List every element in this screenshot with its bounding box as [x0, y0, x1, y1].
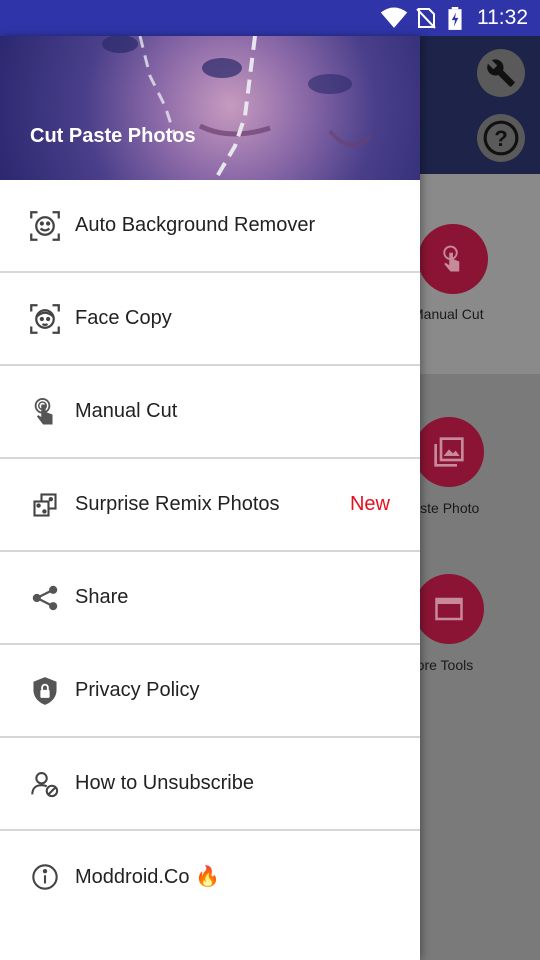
help-icon: ?	[483, 120, 519, 156]
status-bar: 11:32	[0, 0, 540, 36]
menu-item-privacy-policy[interactable]: Privacy Policy	[0, 645, 420, 738]
menu-label: Surprise Remix Photos	[75, 493, 280, 515]
face-scan-icon	[30, 210, 60, 241]
clock: 11:32	[477, 6, 528, 29]
paste-photo-tool[interactable]	[414, 417, 484, 487]
info-icon	[30, 862, 60, 892]
manual-cut-tool[interactable]	[418, 224, 488, 294]
dice-icon	[30, 490, 60, 520]
user-block-icon	[30, 769, 60, 799]
help-button[interactable]: ?	[477, 114, 525, 162]
menu-label: How to Unsubscribe	[75, 772, 254, 794]
share-icon	[30, 583, 60, 613]
menu-item-moddroid[interactable]: Moddroid.Co 🔥	[0, 831, 420, 922]
menu-label: Auto Background Remover	[75, 214, 316, 236]
menu-label: Manual Cut	[75, 400, 178, 422]
header-face-image	[102, 36, 372, 180]
wifi-icon	[380, 7, 408, 28]
navigation-drawer: Cut Paste Photos Auto Background Remover…	[0, 36, 420, 960]
gallery-icon	[434, 437, 464, 467]
drawer-menu: Auto Background Remover Face Copy Manual…	[0, 180, 420, 922]
more-tools-tool[interactable]	[414, 574, 484, 644]
tools-button[interactable]	[477, 49, 525, 97]
wrench-icon	[487, 59, 515, 87]
touch-icon	[30, 397, 60, 427]
drawer-header: Cut Paste Photos	[0, 36, 420, 180]
menu-item-surprise-remix-photos[interactable]: Surprise Remix Photos New	[0, 459, 420, 552]
menu-item-share[interactable]: Share	[0, 552, 420, 645]
tool-label-manual-cut: Manual Cut	[412, 306, 484, 322]
menu-label: Face Copy	[75, 307, 172, 329]
menu-label: Share	[75, 586, 129, 608]
new-badge: New	[349, 493, 390, 515]
menu-item-how-to-unsubscribe[interactable]: How to Unsubscribe	[0, 738, 420, 831]
menu-item-face-copy[interactable]: Face Copy	[0, 273, 420, 366]
battery-charging-icon	[448, 7, 462, 30]
touch-icon	[443, 245, 460, 272]
menu-item-auto-background-remover[interactable]: Auto Background Remover	[0, 180, 420, 273]
window-icon	[435, 597, 463, 621]
face-copy-icon	[30, 303, 60, 334]
svg-text:?: ?	[494, 126, 508, 151]
menu-label: Moddroid.Co 🔥	[75, 866, 220, 888]
menu-label: Privacy Policy	[75, 679, 200, 701]
drawer-title: Cut Paste Photos	[30, 125, 196, 147]
no-sim-icon	[416, 8, 436, 29]
shield-lock-icon	[30, 676, 60, 706]
menu-item-manual-cut[interactable]: Manual Cut	[0, 366, 420, 459]
